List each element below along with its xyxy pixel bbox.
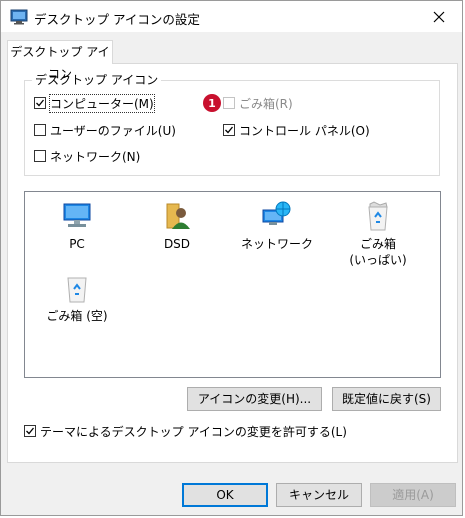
list-item-recycle-bin-full[interactable]: ごみ箱 (いっぱい) — [336, 200, 420, 268]
cancel-button[interactable]: キャンセル — [276, 483, 362, 507]
step-marker: 1 — [203, 94, 221, 112]
close-icon — [433, 11, 445, 22]
recycle-bin-empty-icon — [67, 277, 87, 303]
checkbox-label: ユーザーのファイル(U) — [50, 123, 176, 138]
network-icon — [262, 201, 291, 225]
item-label: ネットワーク — [240, 237, 313, 251]
title-bar: デスクトップ アイコンの設定 — [1, 1, 462, 32]
checkbox-computer[interactable]: コンピューター(M) — [34, 93, 155, 113]
item-label: PC — [69, 237, 85, 251]
tab-desktop-icons[interactable]: デスクトップ アイコン — [7, 40, 113, 81]
list-item-pc[interactable]: PC — [35, 200, 119, 252]
checkmark-icon — [26, 427, 34, 435]
checkbox-allow-theme[interactable]: テーマによるデスクトップ アイコンの変更を許可する(L) — [24, 423, 347, 439]
item-label-line2: (いっぱい) — [349, 253, 407, 267]
checkbox-label: ネットワーク(N) — [50, 149, 141, 164]
pc-icon — [63, 203, 91, 227]
list-item-recycle-bin-empty[interactable]: ごみ箱 (空) — [35, 272, 119, 324]
restore-default-button[interactable]: 既定値に戻す(S) — [332, 387, 441, 411]
checkbox-label: コンピューター(M) — [49, 93, 155, 113]
change-icon-button[interactable]: アイコンの変更(H)... — [187, 387, 322, 411]
user-folder-icon — [166, 203, 190, 229]
checkbox-box[interactable] — [34, 150, 46, 162]
list-item-network[interactable]: ネットワーク — [235, 200, 319, 252]
checkbox-label: コントロール パネル(O) — [239, 123, 370, 138]
item-label: DSD — [163, 237, 191, 251]
checkbox-box[interactable] — [223, 97, 235, 109]
checkbox-network[interactable]: ネットワーク(N) — [34, 148, 140, 164]
list-item-user-folder[interactable]: DSD — [135, 200, 219, 252]
checkmark-icon — [36, 99, 44, 107]
item-label: ごみ箱 (空) — [46, 309, 108, 323]
apply-button[interactable]: 適用(A) — [370, 483, 456, 507]
close-button[interactable] — [416, 1, 462, 32]
checkbox-label: ごみ箱(R) — [239, 96, 293, 111]
icon-list-view[interactable]: PC DSD ネットワーク ごみ箱 (いっぱい) ごみ箱 (空) — [24, 191, 441, 378]
checkbox-box[interactable] — [34, 124, 46, 136]
checkbox-user-files[interactable]: ユーザーのファイル(U) — [34, 122, 176, 138]
item-label: ごみ箱 — [359, 237, 396, 251]
checkbox-control-panel[interactable]: コントロール パネル(O) — [223, 122, 370, 138]
ok-button[interactable]: OK — [182, 483, 268, 507]
checkbox-recycle-bin[interactable]: ごみ箱(R) — [223, 95, 293, 111]
checkmark-icon — [225, 126, 233, 134]
checkbox-label: テーマによるデスクトップ アイコンの変更を許可する(L) — [40, 424, 347, 439]
checkbox-box[interactable] — [34, 97, 46, 109]
checkbox-box[interactable] — [223, 124, 235, 136]
desktop-icon — [10, 9, 28, 25]
recycle-bin-full-icon — [368, 201, 388, 231]
window-title: デスクトップ アイコンの設定 — [34, 12, 200, 27]
checkbox-box[interactable] — [24, 425, 36, 437]
